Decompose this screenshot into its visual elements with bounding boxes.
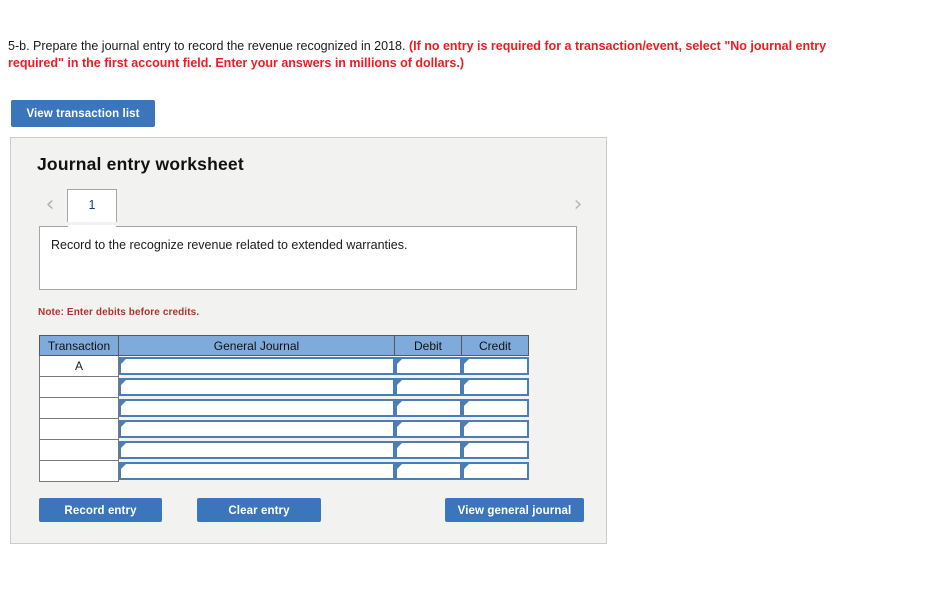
credit-cell: [461, 356, 529, 377]
debit-cell: [394, 461, 462, 482]
credit-input[interactable]: [461, 420, 529, 438]
credit-input[interactable]: [461, 441, 529, 459]
credit-input[interactable]: [461, 462, 529, 480]
column-header-debit: Debit: [394, 335, 462, 356]
table-header-row: Transaction General Journal Debit Credit: [39, 335, 529, 356]
credit-input[interactable]: [461, 378, 529, 396]
debits-before-credits-note: Note: Enter debits before credits.: [38, 307, 200, 318]
transaction-label-cell: [39, 439, 119, 461]
credit-cell: [461, 461, 529, 482]
credit-input[interactable]: [461, 357, 529, 376]
table-row: [39, 418, 529, 440]
credit-cell: [461, 440, 529, 461]
general-journal-cell: [119, 377, 395, 398]
column-header-transaction: Transaction: [39, 335, 119, 356]
entry-description-box: Record to the recognize revenue related …: [39, 226, 577, 290]
column-header-general-journal: General Journal: [118, 335, 395, 356]
tab-entry-1[interactable]: 1: [67, 189, 117, 222]
debit-input[interactable]: [394, 357, 462, 376]
debit-cell: [394, 398, 462, 419]
transaction-label-cell: [39, 460, 119, 482]
credit-cell: [461, 377, 529, 398]
debit-input[interactable]: [394, 399, 462, 417]
debit-cell: [394, 356, 462, 377]
debit-cell: [394, 377, 462, 398]
general-journal-input[interactable]: [119, 420, 395, 438]
transaction-label-cell: A: [39, 355, 119, 377]
credit-cell: [461, 398, 529, 419]
view-general-journal-button[interactable]: View general journal: [445, 498, 584, 522]
table-row: [39, 397, 529, 419]
record-entry-button[interactable]: Record entry: [39, 498, 162, 522]
table-row: A: [39, 355, 529, 377]
panel-title: Journal entry worksheet: [37, 154, 244, 174]
general-journal-input[interactable]: [119, 357, 395, 376]
debit-input[interactable]: [394, 420, 462, 438]
general-journal-input[interactable]: [119, 399, 395, 417]
question-prompt: 5-b. Prepare the journal entry to record…: [8, 38, 878, 72]
debit-cell: [394, 440, 462, 461]
column-header-credit: Credit: [461, 335, 529, 356]
journal-entry-worksheet-panel: Journal entry worksheet ‹ 1 › Record to …: [10, 137, 607, 544]
debit-input[interactable]: [394, 378, 462, 396]
table-row: [39, 376, 529, 398]
chevron-left-icon[interactable]: ‹: [39, 192, 61, 218]
table-row: [39, 439, 529, 461]
credit-cell: [461, 419, 529, 440]
general-journal-cell: [119, 461, 395, 482]
general-journal-cell: [119, 419, 395, 440]
general-journal-input[interactable]: [119, 462, 395, 480]
general-journal-input[interactable]: [119, 441, 395, 459]
credit-input[interactable]: [461, 399, 529, 417]
chevron-right-icon[interactable]: ›: [567, 192, 589, 218]
tab-notch: [68, 225, 116, 227]
debit-cell: [394, 419, 462, 440]
general-journal-cell: [119, 356, 395, 377]
general-journal-input[interactable]: [119, 378, 395, 396]
debit-input[interactable]: [394, 441, 462, 459]
tab-strip: ‹ 1 ›: [11, 189, 606, 225]
transaction-label-cell: [39, 397, 119, 419]
transaction-label-cell: [39, 376, 119, 398]
view-transaction-list-button[interactable]: View transaction list: [11, 100, 155, 127]
journal-entry-table: Transaction General Journal Debit Credit…: [39, 335, 529, 482]
entry-description-text: Record to the recognize revenue related …: [51, 238, 408, 252]
debit-input[interactable]: [394, 462, 462, 480]
table-row: [39, 460, 529, 482]
general-journal-cell: [119, 398, 395, 419]
general-journal-cell: [119, 440, 395, 461]
clear-entry-button[interactable]: Clear entry: [197, 498, 321, 522]
transaction-label-cell: [39, 418, 119, 440]
question-normal-text: 5-b. Prepare the journal entry to record…: [8, 39, 409, 53]
